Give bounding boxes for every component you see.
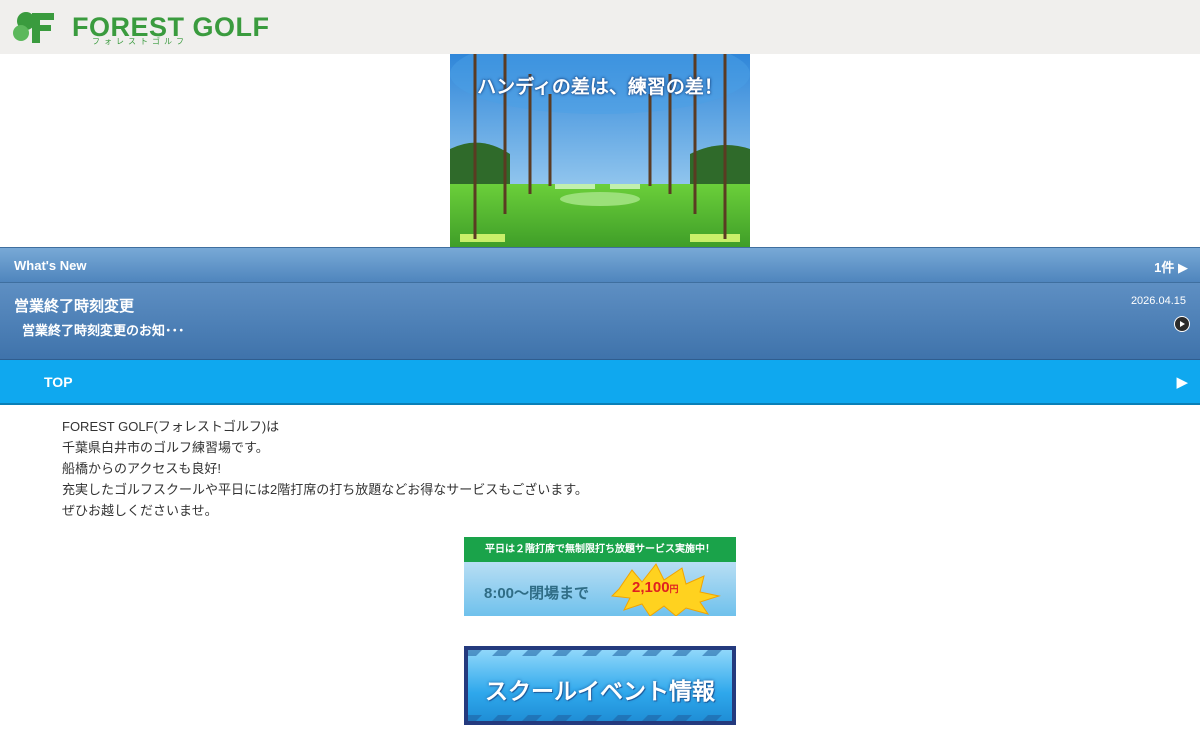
news-count-link[interactable]: 1件 ▶ bbox=[1154, 257, 1188, 276]
intro-line: 船橋からのアクセスも良好! bbox=[62, 461, 221, 476]
top-nav-label: TOP bbox=[44, 374, 73, 390]
intro-line: 千葉県白井市のゴルフ練習場です。 bbox=[62, 440, 269, 455]
promo-time: 8:00～閉場まで bbox=[484, 585, 590, 602]
hero-banner: ハンディの差は、練習の差！ bbox=[450, 54, 750, 247]
promo-price-unit: 円 bbox=[669, 584, 679, 594]
whats-new-title: What's New bbox=[14, 258, 87, 273]
promo-headline: 平日は２階打席で無制限打ち放題サービス実施中！ bbox=[464, 537, 736, 562]
intro-line: 充実したゴルフスクールや平日には2階打席の打ち放題などお得なサービスもございます… bbox=[62, 482, 588, 497]
promo-price: 2,100円 bbox=[632, 579, 679, 596]
arrow-right-icon: ▶ bbox=[1176, 374, 1188, 391]
news-item-date: 2026.04.15 bbox=[1130, 295, 1186, 307]
intro-text: FOREST GOLF(フォレストゴルフ)は 千葉県白井市のゴルフ練習場です。 … bbox=[62, 416, 962, 521]
chevron-right-icon[interactable] bbox=[1174, 316, 1190, 332]
news-item[interactable]: 営業終了時刻変更 営業終了時刻変更のお知･･･ 2026.04.15 bbox=[0, 283, 1200, 360]
site-logo-subtext: フォレストゴルフ bbox=[92, 37, 188, 46]
promo-price-value: 2,100 bbox=[632, 579, 670, 596]
intro-line: FOREST GOLF(フォレストゴルフ)は bbox=[62, 419, 280, 434]
school-event-button[interactable]: スクールイベント情報 bbox=[464, 646, 736, 725]
top-nav-bar[interactable]: TOP ▶ bbox=[0, 360, 1200, 405]
school-event-label: スクールイベント情報 bbox=[485, 678, 715, 704]
forest-golf-logo-icon[interactable] bbox=[12, 9, 60, 47]
intro-line: ぜひお越しくださいませ。 bbox=[62, 503, 218, 518]
site-header: FOREST GOLF フォレストゴルフ bbox=[0, 0, 1200, 54]
whats-new-header[interactable]: What's New 1件 ▶ bbox=[0, 247, 1200, 283]
hero-caption: ハンディの差は、練習の差！ bbox=[477, 77, 723, 98]
news-item-snippet: 営業終了時刻変更のお知･･･ bbox=[22, 323, 185, 338]
school-event-button-face: スクールイベント情報 bbox=[468, 650, 732, 721]
unlimited-play-banner[interactable]: 平日は２階打席で無制限打ち放題サービス実施中！ 8:00～閉場まで 2,100円 bbox=[464, 537, 736, 616]
news-item-title: 営業終了時刻変更 bbox=[14, 298, 135, 315]
